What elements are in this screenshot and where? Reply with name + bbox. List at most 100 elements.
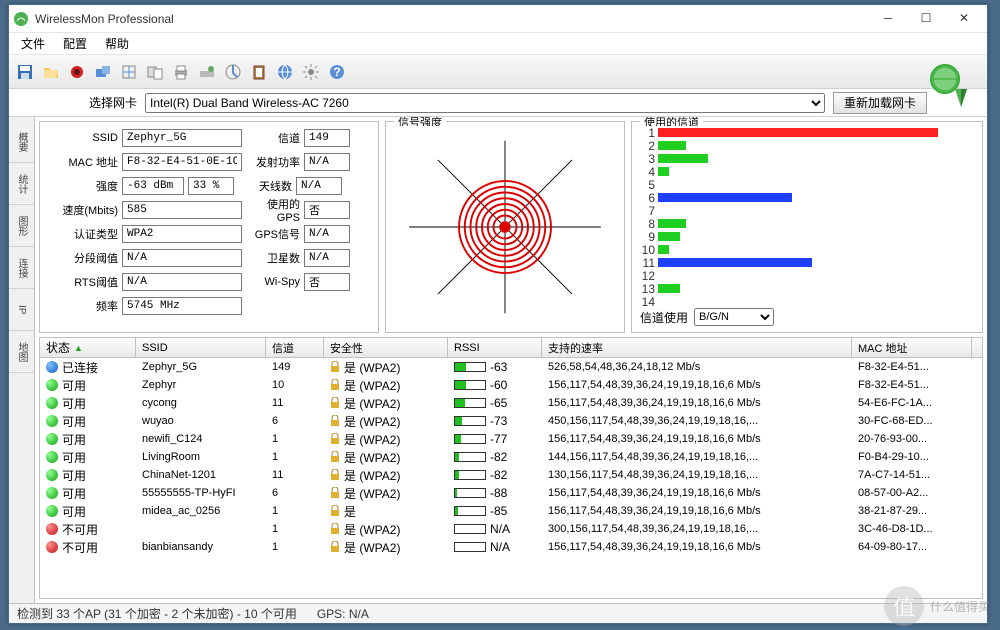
chan-label: 信道: [246, 130, 300, 146]
maximize-button[interactable]: ☐: [907, 8, 945, 30]
status-dot-icon: [46, 433, 58, 445]
info-panel: SSID 信道 MAC 地址 发射功率 强度: [39, 121, 379, 333]
header-ssid[interactable]: SSID: [136, 338, 266, 357]
status-dot-icon: [46, 541, 58, 553]
mac-field[interactable]: [122, 153, 242, 171]
sort-asc-icon: ▲: [74, 343, 83, 353]
tool5-icon[interactable]: [195, 60, 219, 84]
auth-field[interactable]: [122, 225, 242, 243]
speed-field[interactable]: [122, 201, 242, 219]
sidetab-stats[interactable]: 统计: [9, 163, 34, 205]
lock-icon: [330, 415, 340, 427]
network-list: 状态▲ SSID 信道 安全性 RSSI 支持的速率 MAC 地址 已连接Zep…: [39, 337, 983, 599]
header-mac[interactable]: MAC 地址: [852, 338, 972, 357]
lock-icon: [330, 487, 340, 499]
clipboard-icon[interactable]: [247, 60, 271, 84]
table-row[interactable]: 可用Zephyr10是 (WPA2)-60156,117,54,48,39,36…: [40, 376, 982, 394]
settings-icon[interactable]: [299, 60, 323, 84]
status-dot-icon: [46, 415, 58, 427]
table-row[interactable]: 可用wuyao6是 (WPA2)-73450,156,117,54,48,39,…: [40, 412, 982, 430]
menu-config[interactable]: 配置: [55, 33, 95, 54]
sat-label: 卫星数: [246, 250, 300, 266]
gps-field[interactable]: [304, 201, 350, 219]
adapter-select[interactable]: Intel(R) Dual Band Wireless-AC 7260: [145, 93, 825, 113]
list-body[interactable]: 已连接Zephyr_5G149是 (WPA2)-63526,58,54,48,3…: [40, 358, 982, 598]
wispy-field[interactable]: [304, 273, 350, 291]
record-icon[interactable]: [65, 60, 89, 84]
status-aps: 检测到 33 个AP (31 个加密 - 2 个未加密) - 10 个可用: [17, 605, 297, 622]
tool1-icon[interactable]: [91, 60, 115, 84]
table-row[interactable]: 不可用bianbiansandy1是 (WPA2)N/A156,117,54,4…: [40, 538, 982, 556]
lock-icon: [330, 433, 340, 445]
sidetab-map[interactable]: 地图: [9, 331, 34, 373]
freq-field[interactable]: [122, 297, 242, 315]
print-icon[interactable]: [169, 60, 193, 84]
lock-icon: [330, 361, 340, 373]
side-tabs: 概要 统计 图形 连接 IP 地图: [9, 117, 35, 603]
tool3-icon[interactable]: [143, 60, 167, 84]
signal-panel: 信号强度: [385, 121, 625, 333]
mac-label: MAC 地址: [44, 154, 118, 170]
svg-text:?: ?: [333, 65, 340, 79]
txpower-field[interactable]: [304, 153, 350, 171]
header-rssi[interactable]: RSSI: [448, 338, 542, 357]
help-icon[interactable]: ?: [325, 60, 349, 84]
close-button[interactable]: ✕: [945, 8, 983, 30]
rts-field[interactable]: [122, 273, 242, 291]
chan-field[interactable]: [304, 129, 350, 147]
chan-mode-select[interactable]: B/G/N: [694, 308, 774, 326]
app-icon: [13, 11, 29, 27]
sidetab-ip[interactable]: IP: [9, 289, 34, 331]
tool6-icon[interactable]: [221, 60, 245, 84]
globe-icon[interactable]: [273, 60, 297, 84]
status-dot-icon: [46, 451, 58, 463]
channel-panel: 使用的信道 1234567891011121314OTH 信道使用 B/G/N: [631, 121, 983, 333]
app-logo-icon: [927, 61, 975, 109]
table-row[interactable]: 已连接Zephyr_5G149是 (WPA2)-63526,58,54,48,3…: [40, 358, 982, 376]
lock-icon: [330, 397, 340, 409]
table-row[interactable]: 可用ChinaNet-120111是 (WPA2)-82130,156,117,…: [40, 466, 982, 484]
save-icon[interactable]: [13, 60, 37, 84]
strength-pct-field[interactable]: [188, 177, 234, 195]
lock-icon: [330, 541, 340, 553]
ant-label: 天线数: [238, 178, 292, 194]
ssid-label: SSID: [44, 132, 118, 144]
strength-dbm-field[interactable]: [122, 177, 184, 195]
table-row[interactable]: 不可用1是 (WPA2)N/A300,156,117,54,48,39,36,2…: [40, 520, 982, 538]
status-dot-icon: [46, 505, 58, 517]
table-row[interactable]: 可用cycong11是 (WPA2)-65156,117,54,48,39,36…: [40, 394, 982, 412]
table-row[interactable]: 可用midea_ac_02561是-85156,117,54,48,39,36,…: [40, 502, 982, 520]
lock-icon: [330, 523, 340, 535]
sidetab-connect[interactable]: 连接: [9, 247, 34, 289]
gpssig-field[interactable]: [304, 225, 350, 243]
sat-field[interactable]: [304, 249, 350, 267]
status-dot-icon: [46, 397, 58, 409]
header-status[interactable]: 状态▲: [40, 338, 136, 357]
list-header: 状态▲ SSID 信道 安全性 RSSI 支持的速率 MAC 地址: [40, 338, 982, 358]
header-sec[interactable]: 安全性: [324, 338, 448, 357]
status-dot-icon: [46, 487, 58, 499]
header-chan[interactable]: 信道: [266, 338, 324, 357]
table-row[interactable]: 可用55555555-TP-HyFI6是 (WPA2)-88156,117,54…: [40, 484, 982, 502]
sidetab-summary[interactable]: 概要: [9, 121, 34, 163]
adapter-label: 选择网卡: [89, 94, 137, 111]
status-dot-icon: [46, 361, 58, 373]
reload-adapter-button[interactable]: 重新加载网卡: [833, 92, 927, 114]
ssid-field[interactable]: [122, 129, 242, 147]
freq-label: 频率: [44, 298, 118, 314]
table-row[interactable]: 可用newifi_C1241是 (WPA2)-77156,117,54,48,3…: [40, 430, 982, 448]
menu-help[interactable]: 帮助: [97, 33, 137, 54]
frag-label: 分段阈值: [44, 250, 118, 266]
open-icon[interactable]: [39, 60, 63, 84]
frag-field[interactable]: [122, 249, 242, 267]
table-row[interactable]: 可用LivingRoom1是 (WPA2)-82144,156,117,54,4…: [40, 448, 982, 466]
lock-icon: [330, 451, 340, 463]
menu-file[interactable]: 文件: [13, 33, 53, 54]
ant-field[interactable]: [296, 177, 342, 195]
status-dot-icon: [46, 469, 58, 481]
tool2-icon[interactable]: [117, 60, 141, 84]
minimize-button[interactable]: ─: [869, 8, 907, 30]
sidetab-graph[interactable]: 图形: [9, 205, 34, 247]
signal-target: [390, 126, 620, 328]
header-rates[interactable]: 支持的速率: [542, 338, 852, 357]
